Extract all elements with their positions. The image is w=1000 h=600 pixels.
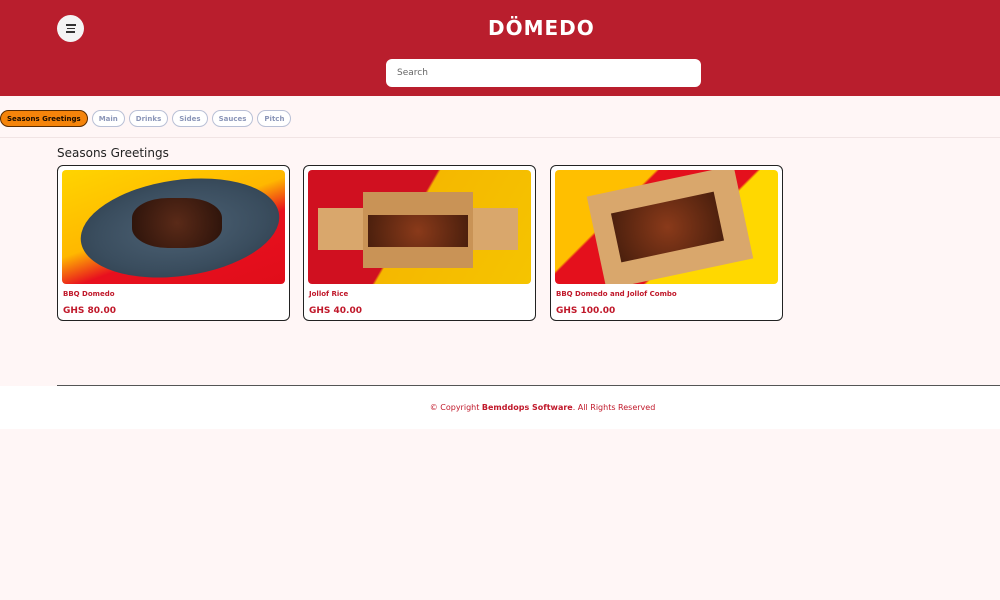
section-title: Seasons Greetings: [57, 146, 169, 160]
tab-pitch[interactable]: Pitch: [257, 110, 292, 127]
product-image: [62, 170, 285, 284]
copyright-suffix: . All Rights Reserved: [572, 403, 656, 412]
search-input[interactable]: [386, 59, 701, 87]
tab-main[interactable]: Main: [91, 110, 125, 127]
tab-sides[interactable]: Sides: [172, 110, 208, 127]
header: DÖMEDO: [0, 0, 1000, 96]
product-name: BBQ Domedo and Jollof Combo: [556, 290, 677, 298]
tab-drinks[interactable]: Drinks: [128, 110, 169, 127]
product-name: BBQ Domedo: [63, 290, 115, 298]
copyright-prefix: © Copyright: [429, 403, 480, 412]
category-tabs: Seasons Greetings Main Drinks Sides Sauc…: [0, 110, 292, 127]
menu-icon: [65, 24, 76, 26]
tab-seasons-greetings[interactable]: Seasons Greetings: [0, 110, 88, 127]
tab-sauces[interactable]: Sauces: [211, 110, 254, 127]
footer: © Copyright Bemddops Software. All Right…: [0, 386, 1000, 429]
product-card[interactable]: BBQ Domedo and Jollof Combo GHS 100.00: [550, 165, 783, 321]
product-image: [308, 170, 531, 284]
product-price: GHS 80.00: [63, 306, 117, 316]
product-price: GHS 100.00: [556, 306, 616, 316]
product-image: [555, 170, 778, 284]
product-name: Jollof Rice: [309, 290, 349, 298]
logo[interactable]: DÖMEDO: [488, 16, 594, 40]
product-card[interactable]: Jollof Rice GHS 40.00: [303, 165, 536, 321]
company-name: Bemddops Software: [481, 403, 573, 412]
menu-icon-line: [66, 31, 75, 33]
divider: [0, 137, 1000, 138]
menu-icon-line: [66, 27, 75, 30]
copyright-text: © Copyright Bemddops Software. All Right…: [0, 403, 1000, 412]
product-price: GHS 40.00: [309, 306, 363, 316]
product-card[interactable]: BBQ Domedo GHS 80.00: [57, 165, 290, 321]
menu-button[interactable]: [57, 15, 84, 42]
